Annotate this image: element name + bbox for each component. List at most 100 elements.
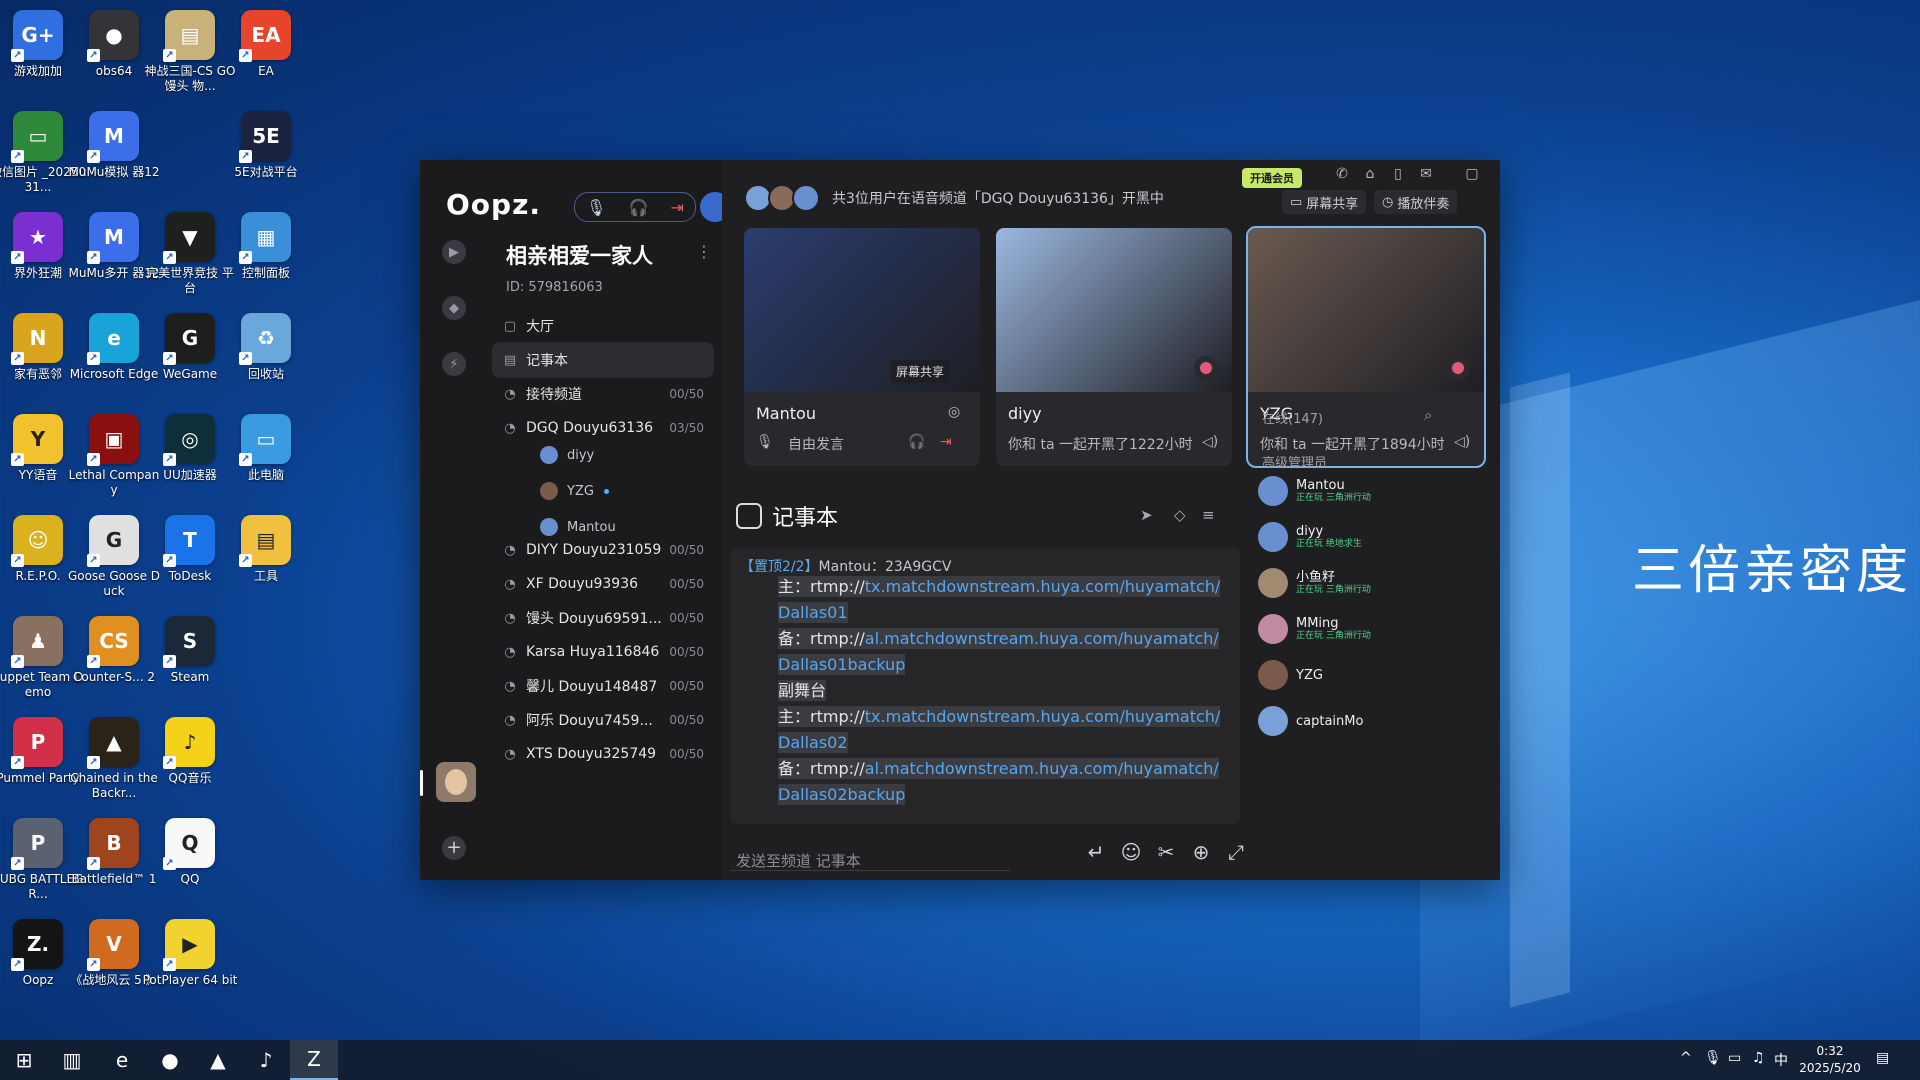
volume-icon[interactable]: ◁) (1454, 434, 1470, 450)
headphones-icon[interactable]: 🎧 (908, 434, 925, 450)
desktop-shortcut[interactable]: ▭ 此电脑 (218, 408, 314, 483)
app-icon: T (163, 515, 215, 567)
leave-voice-icon[interactable]: ⇥ (671, 198, 684, 217)
stream-link[interactable]: Dallas01backup (778, 655, 905, 674)
stream-link[interactable]: Dallas02 (778, 733, 848, 752)
headphones-icon[interactable]: 🎧 (628, 198, 648, 217)
gem-icon[interactable]: ◆ (442, 296, 466, 320)
member-status: 正在玩 三角洲行动 (1296, 585, 1371, 595)
qq-music-icon[interactable]: ♪ (242, 1040, 290, 1080)
stream-link[interactable]: Dallas01 (778, 603, 848, 622)
desktop-shortcut[interactable]: ▶ PotPlayer 64 bit (142, 913, 238, 988)
clock[interactable]: 0:32 2025/5/20 (1796, 1043, 1864, 1077)
expand-icon[interactable]: ⤢ (1222, 840, 1250, 864)
app-icon[interactable]: ▲ (194, 1040, 242, 1080)
member-item[interactable]: YZG (1258, 656, 1323, 694)
app-icon: N (11, 313, 63, 365)
more-icon[interactable]: ⋮ (696, 242, 712, 261)
desktop-shortcut[interactable]: QQQ (142, 812, 238, 887)
channel-item[interactable]: ▢ 大厅 (492, 308, 714, 344)
desktop-shortcut[interactable]: ▦ 控制面板 (218, 206, 314, 281)
desktop-shortcut[interactable]: M MuMu模拟 器12 (66, 105, 162, 180)
leave-voice-icon[interactable]: ⇥ (940, 434, 952, 450)
stream-link[interactable]: tx.matchdownstream.huya.com/huyamatch/ (865, 577, 1221, 596)
desktop-shortcut-label: 控制面板 (241, 266, 290, 280)
tag-icon[interactable]: ◇ (1174, 506, 1186, 524)
desktop-shortcut[interactable]: EA EA (218, 4, 314, 79)
oopz-taskbar-icon[interactable]: Z (290, 1040, 338, 1080)
send-icon[interactable]: ➤ (1140, 506, 1153, 524)
desktop-shortcut[interactable]: ♪ QQ音乐 (142, 711, 238, 786)
participant-card[interactable]: diyy 你和 ta 一起开黑了1222小时 ◁) (996, 228, 1232, 466)
chevron-up-icon[interactable]: ^ (1680, 1050, 1692, 1066)
channel-item[interactable]: ▤ 记事本 (492, 342, 714, 378)
stream-link[interactable]: al.matchdownstream.huya.com/huyamatch/ (865, 759, 1219, 778)
participant-card[interactable]: 屏幕共享 Mantou 自由发言 🎙 ◎ 🎧 ⇥ (744, 228, 980, 466)
gift-icon[interactable]: ⌂ (1360, 166, 1380, 182)
edge-icon[interactable]: e (98, 1040, 146, 1080)
notification-icon[interactable]: ▤ (1876, 1050, 1889, 1066)
desktop-shortcut[interactable]: S Steam (142, 610, 238, 685)
network-icon[interactable]: ▭ (1728, 1050, 1741, 1066)
add-server-button[interactable]: + (442, 836, 466, 860)
play-icon[interactable]: ▶ (442, 240, 466, 264)
lightning-icon[interactable]: ⚡ (442, 352, 466, 376)
participant-card[interactable]: YZG 你和 ta 一起开黑了1894小时 ◁) (1246, 226, 1486, 468)
search-icon[interactable]: ⌕ (1424, 406, 1432, 424)
desktop-shortcut[interactable]: 5E 5E对战平台 (218, 105, 314, 180)
ime-indicator[interactable]: 中 (1774, 1050, 1788, 1070)
channel-item[interactable]: ◔ 馒头 Douyu69591... 00/50 (492, 600, 714, 636)
channel-item[interactable]: ◔ XTS Douyu325749 00/50 (492, 736, 714, 772)
member-item[interactable]: 小鱼籽 正在玩 三角洲行动 (1258, 564, 1371, 602)
channel-item[interactable]: ◔ 阿乐 Douyu7459... 00/50 (492, 702, 714, 738)
pinned-message[interactable]: 【置顶2/2】Mantou：23A9GCV (740, 556, 952, 576)
server-avatar[interactable] (436, 762, 476, 802)
start-button[interactable]: ⊞ (0, 1040, 48, 1080)
desktop-shortcut-label: 回收站 (247, 367, 284, 381)
play-together-button[interactable]: ◷ 播放伴奏 (1374, 190, 1458, 214)
voice-channel-user[interactable]: YZG (540, 478, 609, 504)
task-view-icon[interactable]: ▥ (48, 1040, 96, 1080)
channel-item[interactable]: ◔ DGQ Douyu63136 03/50 (492, 410, 714, 446)
mail-icon[interactable]: ✉ (1416, 166, 1436, 182)
vip-button[interactable]: 开通会员 (1242, 168, 1302, 188)
member-item[interactable]: captainMo (1258, 702, 1363, 740)
volume-icon[interactable]: ♫ (1752, 1050, 1765, 1066)
scissors-icon[interactable]: ✂ (1152, 840, 1180, 864)
stream-link[interactable]: tx.matchdownstream.huya.com/huyamatch/ (865, 707, 1221, 726)
member-item[interactable]: Mantou 正在玩 三角洲行动 (1258, 472, 1371, 510)
notebook-line: Dallas01 (778, 600, 848, 626)
user-name: YZG (567, 483, 594, 499)
microphone-icon[interactable]: 🎙 (756, 434, 774, 450)
channel-item[interactable]: ◔ Karsa Huya116846 00/50 (492, 634, 714, 670)
screen-share-button[interactable]: ▭ 屏幕共享 (1282, 190, 1367, 214)
notebook-title: 记事本 (736, 500, 838, 532)
stream-link[interactable]: Dallas02backup (778, 785, 905, 804)
voice-channel-user[interactable]: Mantou (540, 514, 616, 540)
pip-icon[interactable]: ▢ (1462, 166, 1482, 182)
phone-icon[interactable]: ✆ (1332, 166, 1352, 182)
settings-icon[interactable]: ◎ (948, 404, 960, 420)
desktop-shortcut[interactable]: ▤ 工具 (218, 509, 314, 584)
stream-link[interactable]: al.matchdownstream.huya.com/huyamatch/ (865, 629, 1219, 648)
volume-icon[interactable]: ◁) (1202, 434, 1218, 450)
channel-item[interactable]: ◔ XF Douyu93936 00/50 (492, 566, 714, 602)
add-icon[interactable]: ⊕ (1187, 840, 1215, 864)
channel-item[interactable]: ◔ 馨儿 Douyu148487 00/50 (492, 668, 714, 704)
avatar (540, 446, 558, 464)
channel-count: 00/50 (669, 679, 704, 693)
member-item[interactable]: diyy 正在玩 绝地求生 (1258, 518, 1362, 556)
clipboard-icon[interactable]: ▯ (1388, 166, 1408, 182)
member-item[interactable]: MMing 正在玩 三角洲行动 (1258, 610, 1371, 648)
list-icon[interactable]: ≡ (1202, 506, 1215, 524)
screen-share-tag[interactable]: 屏幕共享 (890, 360, 951, 383)
desktop-shortcut[interactable]: ♻ 回收站 (218, 307, 314, 382)
channel-item[interactable]: ◔ 接待频道 00/50 (492, 376, 714, 412)
message-input[interactable]: 发送至频道 记事本 (736, 850, 861, 871)
microphone-icon[interactable]: 🎙 (1704, 1050, 1722, 1066)
obs-icon[interactable]: ● (146, 1040, 194, 1080)
voice-channel-user[interactable]: diyy (540, 442, 594, 468)
microphone-icon[interactable]: 🎙 (586, 198, 606, 217)
emoji-icon[interactable]: ☺ (1117, 840, 1145, 864)
enter-icon[interactable]: ↵ (1082, 840, 1110, 864)
